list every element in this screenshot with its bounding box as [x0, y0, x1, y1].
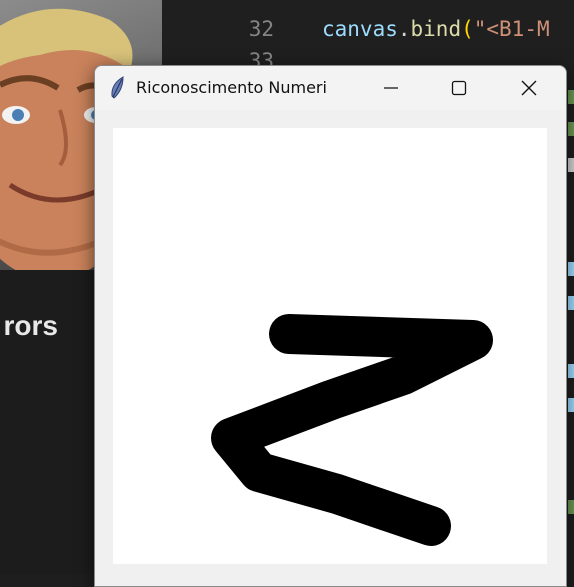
code-text: canvas.bind("<B1-M	[322, 17, 550, 41]
maximize-button[interactable]	[425, 66, 493, 110]
minimize-icon	[384, 87, 398, 89]
code-fragment	[568, 262, 574, 276]
drawing-canvas[interactable]	[113, 128, 547, 564]
code-token: canvas	[322, 17, 398, 41]
window-title: Riconoscimento Numeri	[136, 78, 327, 97]
code-token: bind	[410, 17, 462, 41]
window-titlebar[interactable]: Riconoscimento Numeri	[95, 66, 566, 110]
minimize-button[interactable]	[357, 66, 425, 110]
code-token: "<B1-M	[473, 17, 550, 41]
feather-icon	[109, 76, 127, 100]
code-fragment	[568, 398, 574, 412]
code-fragment	[568, 364, 574, 378]
code-fragment	[568, 158, 574, 172]
code-line: 32 canvas.bind("<B1-M	[162, 13, 550, 45]
close-button[interactable]	[495, 66, 563, 110]
code-fragment	[568, 500, 574, 514]
maximize-icon	[451, 80, 467, 96]
code-fragment	[568, 296, 574, 310]
line-number: 32	[248, 17, 274, 41]
close-icon	[521, 80, 537, 96]
code-token: .	[397, 17, 411, 41]
drawn-digit-stroke	[211, 314, 493, 546]
code-token: (	[461, 17, 474, 41]
code-fragment	[568, 122, 574, 136]
app-window: Riconoscimento Numeri	[94, 65, 567, 587]
code-fragment	[568, 90, 574, 104]
